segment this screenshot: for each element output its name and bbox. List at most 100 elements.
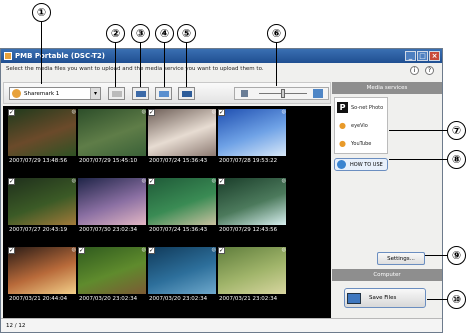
window-title: PMB Portable (DSC-T2)	[15, 52, 105, 60]
thumbnail-zoom-control	[234, 87, 329, 100]
date-view-button[interactable]	[155, 87, 172, 100]
app-window: PMB Portable (DSC-T2) _ □ × Select the m…	[0, 48, 443, 333]
select-checkbox[interactable]: ✓	[8, 247, 15, 254]
select-checkbox[interactable]: ✓	[148, 247, 155, 254]
settings-button[interactable]: Settings...	[377, 252, 425, 265]
small-thumbnail-icon[interactable]	[241, 90, 248, 97]
callout-6: ⑥	[267, 24, 286, 43]
select-checkbox[interactable]: ✓	[218, 109, 225, 116]
save-files-button[interactable]: Save Files	[344, 288, 426, 308]
photo-thumbnail[interactable]: ✓ ◎	[8, 109, 76, 156]
chevron-down-icon[interactable]: ▾	[90, 88, 100, 99]
large-thumbnail-icon[interactable]	[313, 89, 323, 98]
sonet-photo-icon: P	[337, 102, 348, 113]
account-selector[interactable]: Sharemark 1 ▾	[9, 87, 101, 100]
leader-line-9	[425, 255, 447, 256]
photo-timestamp: 2007/07/28 19:53:22	[219, 158, 278, 164]
photo-thumbnail[interactable]: ✓ ◎	[148, 178, 216, 225]
leader-line-10	[427, 299, 447, 300]
camera-icon: ◎	[281, 247, 286, 253]
select-checkbox[interactable]: ✓	[148, 109, 155, 116]
photo-thumbnail[interactable]: ✓ ◎	[78, 247, 146, 294]
camera-icon: ◎	[281, 109, 286, 115]
photo-thumbnail[interactable]: ✓ ◎	[148, 247, 216, 294]
photo-thumbnail[interactable]: ◎	[78, 178, 146, 225]
service-label: So-net Photo	[351, 104, 384, 111]
folder-view-button[interactable]	[132, 87, 149, 100]
select-checkbox[interactable]: ✓	[78, 247, 85, 254]
service-eyevio[interactable]: ● eyeVio	[335, 117, 387, 134]
folder-icon	[136, 91, 146, 97]
instruction-text: Select the media files you want to uploa…	[6, 66, 264, 72]
photo-timestamp: 2007/07/29 15:45:10	[79, 158, 138, 164]
camera-icon: ◎	[71, 247, 76, 253]
select-all-button[interactable]	[178, 87, 195, 100]
camera-icon: ◎	[211, 247, 216, 253]
service-sonet-photo[interactable]: P So-net Photo	[335, 99, 387, 116]
photo-timestamp: 2007/07/24 15:36:43	[149, 227, 208, 233]
callout-2: ②	[106, 24, 125, 43]
status-bar: 12 / 12	[1, 318, 442, 332]
service-label: YouTube	[351, 140, 372, 147]
photo-timestamp: 2007/07/29 13:48:56	[9, 158, 68, 164]
camera-icon: ◎	[141, 178, 146, 184]
photo-thumbnail[interactable]: ✓ ◎	[218, 178, 286, 225]
callout-3: ③	[131, 24, 150, 43]
photo-timestamp: 2007/03/21 20:44:04	[9, 296, 68, 302]
help-button[interactable]: ?	[425, 66, 434, 75]
photo-thumbnail[interactable]: ✓ ◎	[8, 247, 76, 294]
camera-icon: ◎	[211, 178, 216, 184]
camera-icon: ◎	[281, 178, 286, 184]
photo-thumbnail[interactable]: ✓ ◎	[8, 178, 76, 225]
leader-line-2	[115, 42, 116, 87]
how-to-use-button[interactable]: HOW TO USE	[334, 158, 388, 171]
toolbar: Sharemark 1 ▾	[3, 82, 331, 104]
account-name: Sharemark 1	[24, 90, 60, 97]
select-checkbox[interactable]: ✓	[218, 247, 225, 254]
maximize-button[interactable]: □	[417, 51, 428, 61]
save-files-label: Save Files	[369, 295, 397, 301]
minimize-button[interactable]: _	[405, 51, 416, 61]
leader-line-4	[164, 42, 165, 87]
save-files-icon	[347, 292, 361, 304]
globe-icon	[337, 160, 346, 169]
select-checkbox[interactable]: ✓	[8, 109, 15, 116]
photo-timestamp: 2007/03/20 23:02:34	[149, 296, 208, 302]
callout-4: ④	[155, 24, 174, 43]
photo-timestamp: 2007/03/21 23:02:34	[219, 296, 278, 302]
leader-line-8	[389, 159, 447, 160]
leader-line-7	[389, 130, 447, 131]
media-service-list: P So-net Photo ● eyeVio ● YouTube	[334, 97, 388, 154]
callout-1: ①	[32, 3, 51, 22]
title-bar: PMB Portable (DSC-T2) _ □ ×	[1, 49, 442, 63]
service-label: eyeVio	[351, 122, 368, 129]
account-settings-button[interactable]	[108, 87, 125, 100]
service-youtube[interactable]: ● YouTube	[335, 135, 387, 152]
media-services-header: Media services	[332, 82, 442, 94]
photo-timestamp: 2007/07/30 23:02:34	[79, 227, 138, 233]
photo-thumbnail[interactable]: ✓ ◎	[218, 247, 286, 294]
info-button[interactable]: i	[410, 66, 419, 75]
camera-icon: ◎	[141, 109, 146, 115]
calendar-icon	[159, 91, 169, 97]
close-button[interactable]: ×	[429, 51, 440, 61]
callout-5: ⑤	[177, 24, 196, 43]
photo-timestamp: 2007/03/20 23:02:34	[79, 296, 138, 302]
photo-thumbnail[interactable]: ◎	[78, 109, 146, 156]
select-checkbox[interactable]	[78, 178, 85, 185]
callout-8: ⑧	[447, 150, 466, 169]
select-checkbox[interactable]: ✓	[218, 178, 225, 185]
photo-thumbnail[interactable]: ✓ ◎	[148, 109, 216, 156]
photo-thumbnail[interactable]: ✓ ◎	[218, 109, 286, 156]
select-checkbox[interactable]: ✓	[148, 178, 155, 185]
computer-header: Computer	[332, 269, 442, 281]
eyevio-icon: ●	[339, 121, 346, 130]
select-checkbox[interactable]: ✓	[8, 178, 15, 185]
youtube-icon: ●	[339, 139, 346, 148]
thumbnail-grid: ✓ ◎ 2007/07/29 13:48:56 ◎ 2007/07/29 15:45:1…	[3, 106, 331, 318]
select-checkbox[interactable]	[78, 109, 85, 116]
callout-9: ⑨	[447, 246, 466, 265]
zoom-slider-thumb[interactable]	[281, 89, 285, 98]
select-all-icon	[182, 91, 192, 97]
leader-line-6	[276, 42, 277, 86]
